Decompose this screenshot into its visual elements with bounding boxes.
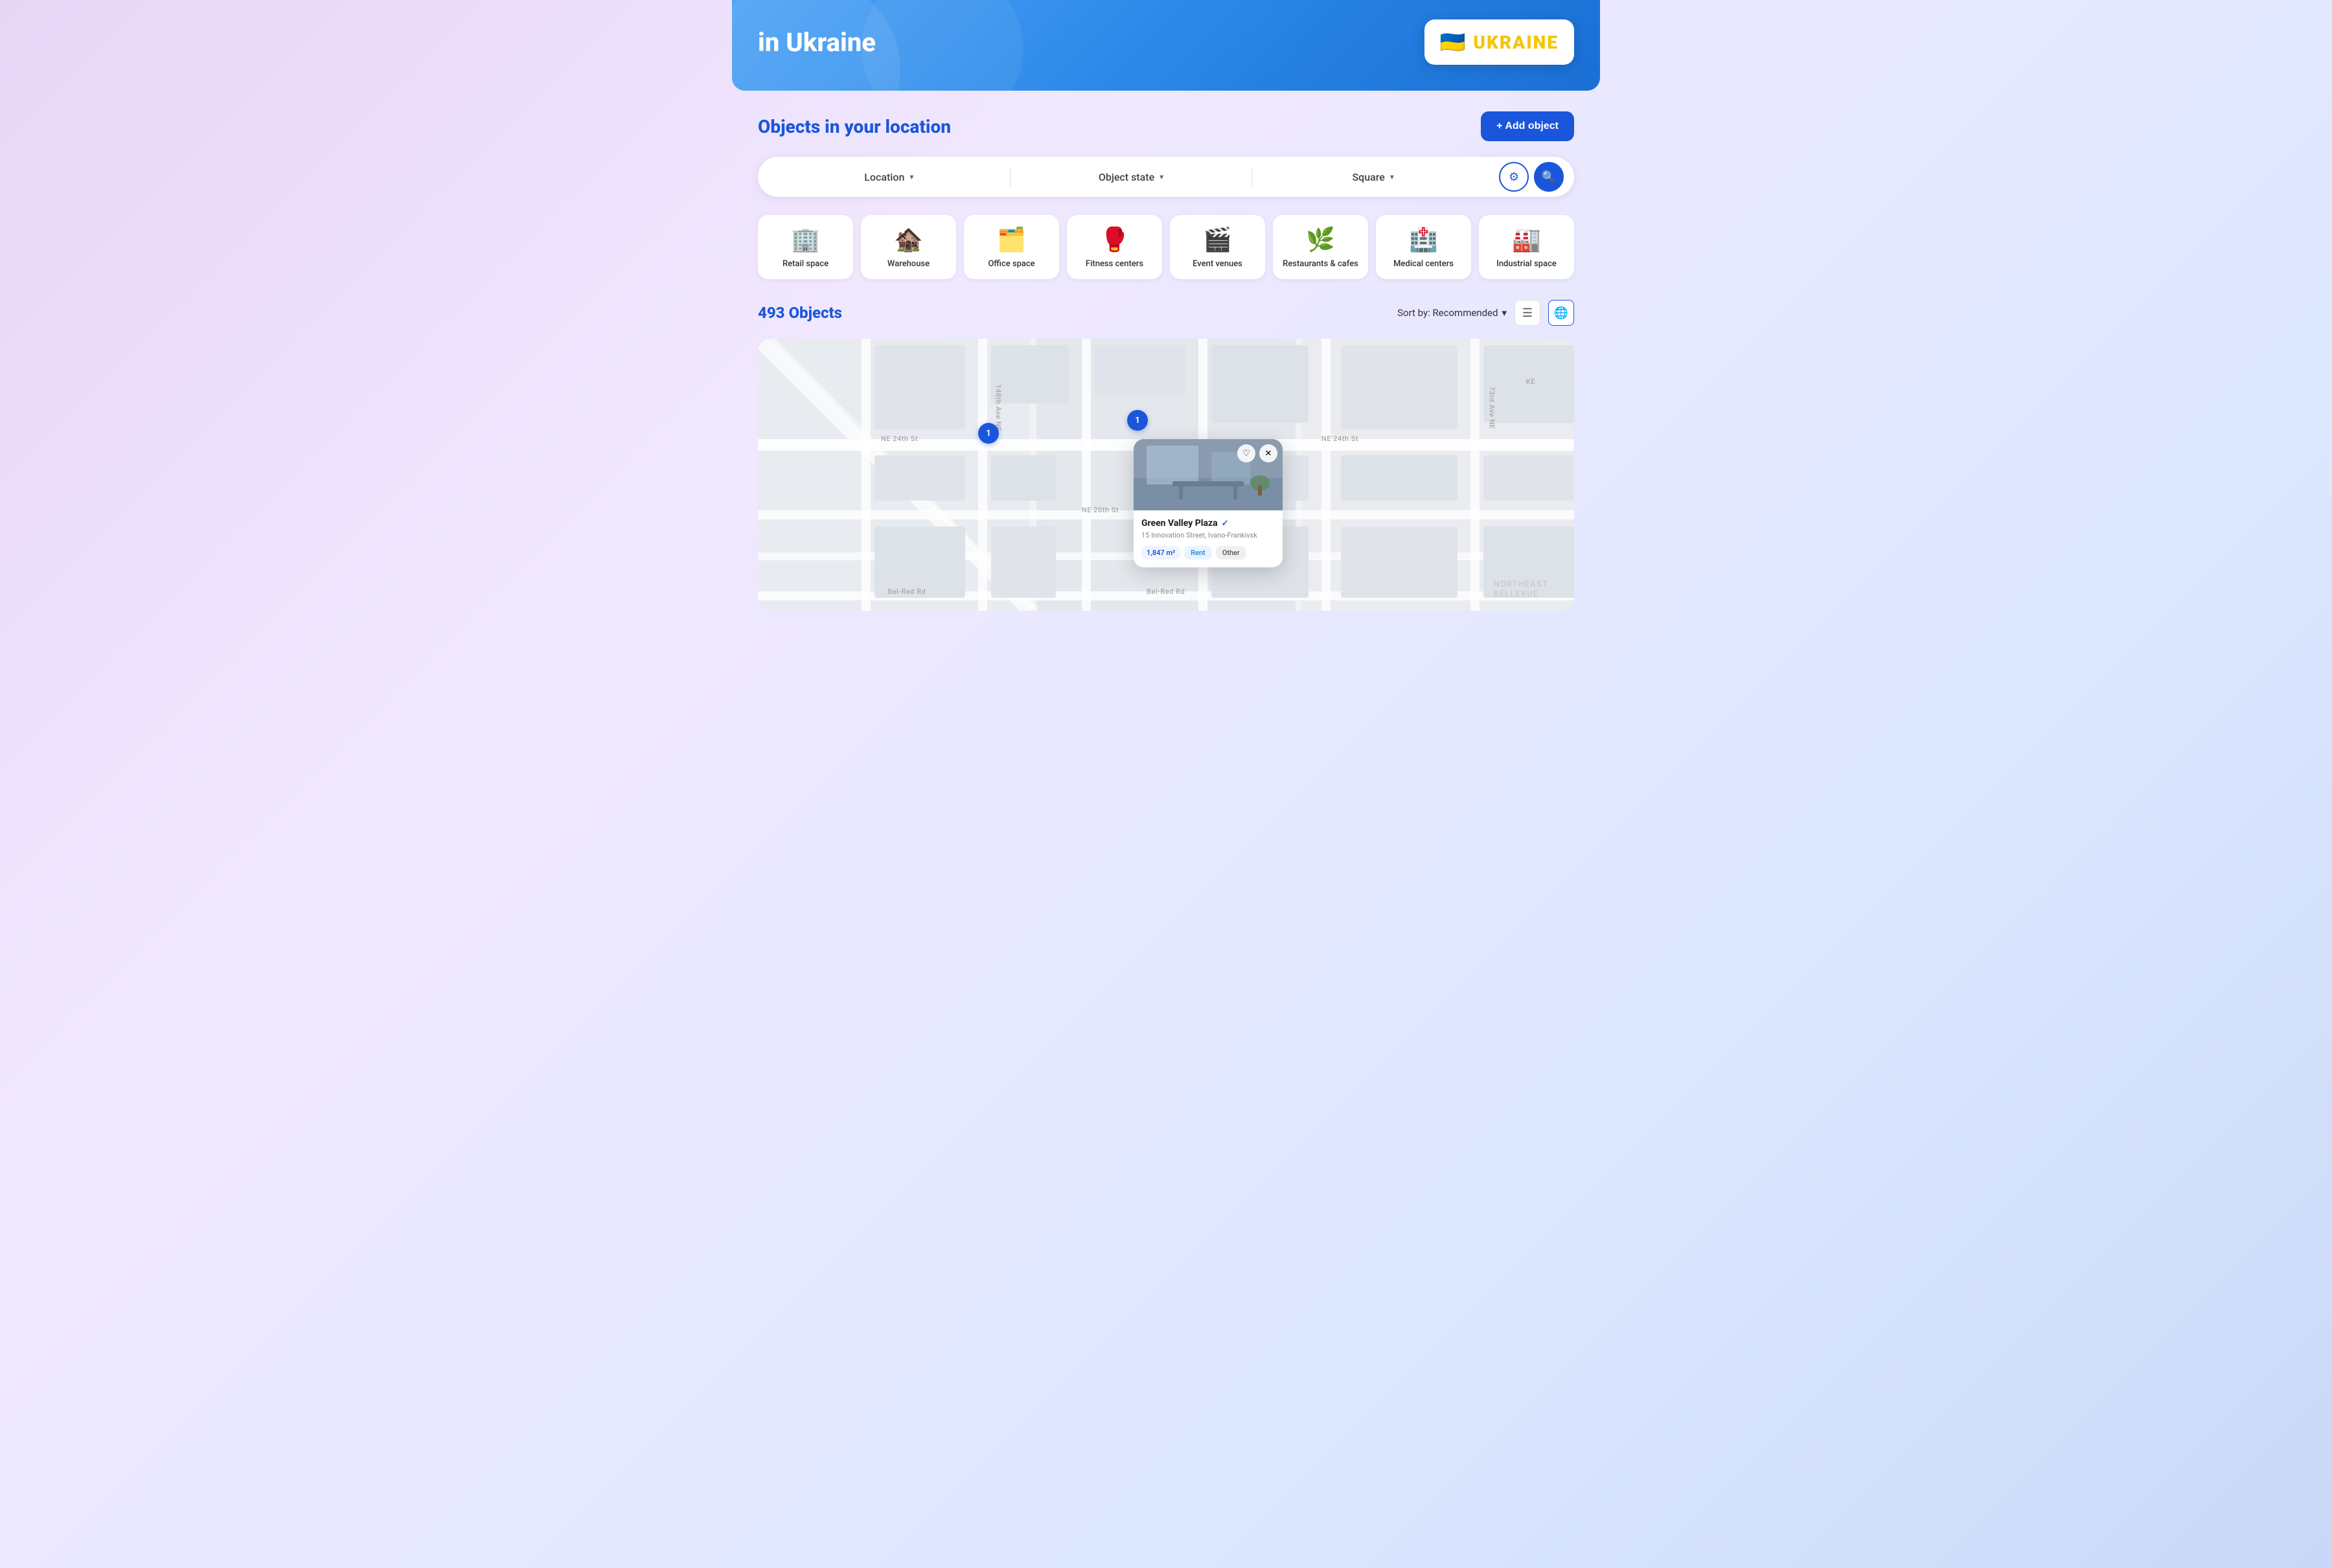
fitness-label: Fitness centers: [1086, 259, 1143, 269]
main-content: Objects in your location + Add object Lo…: [732, 111, 1600, 611]
street-label-7: 73rd Ave NE: [1487, 387, 1496, 429]
square-filter[interactable]: Square ▾: [1252, 163, 1494, 191]
filter-icons: ⚙ 🔍: [1499, 162, 1564, 192]
square-label: Square: [1352, 171, 1384, 183]
map-marker-2[interactable]: 1: [1127, 410, 1148, 431]
location-label: Location: [864, 171, 904, 183]
results-count: 493 Objects: [758, 304, 842, 322]
location-filter[interactable]: Location ▾: [768, 163, 1010, 191]
popup-tags: 1,847 m² Rent Other: [1141, 546, 1275, 560]
section-header: Objects in your location + Add object: [758, 111, 1574, 141]
street-label-1: NE 24th St: [881, 435, 918, 443]
street-label-4: Bel-Red Rd: [887, 587, 926, 596]
map-view-button[interactable]: 🌐: [1548, 300, 1574, 326]
ke-label: KE: [1526, 378, 1535, 386]
list-view-button[interactable]: ☰: [1515, 300, 1540, 326]
filter-bar: Location ▾ Object state ▾ Square ▾ ⚙ 🔍: [758, 157, 1574, 197]
popup-address: 15 Innovation Street, Ivano-Frankivsk: [1141, 531, 1275, 540]
filter-search-button[interactable]: 🔍: [1534, 162, 1564, 192]
results-header: 493 Objects Sort by: Recommended ▾ ☰ 🌐: [758, 300, 1574, 326]
results-controls: Sort by: Recommended ▾ ☰ 🌐: [1397, 300, 1574, 326]
map-background: NE 24th St NE 24th St NE 20th St Bel-Red…: [758, 339, 1574, 611]
category-grid: 🏢 Retail space 🏚️ Warehouse 🗂️ Office sp…: [758, 215, 1574, 279]
sort-select[interactable]: Sort by: Recommended ▾: [1397, 307, 1507, 319]
map-marker-1[interactable]: 1: [978, 423, 999, 444]
property-popup: ♡ ✕ Green Valley Plaza ✓ 15 Innovation S…: [1134, 439, 1283, 567]
office-icon: 🗂️: [997, 228, 1026, 251]
sort-label: Sort by: Recommended: [1397, 307, 1498, 319]
popup-image: ♡ ✕: [1134, 439, 1283, 510]
popup-tag-other[interactable]: Other: [1216, 546, 1246, 560]
medical-label: Medical centers: [1393, 259, 1454, 269]
category-industrial[interactable]: 🏭 Industrial space: [1479, 215, 1574, 279]
ukraine-label: UKRAINE: [1473, 32, 1559, 53]
street-label-2: NE 24th St: [1321, 435, 1358, 443]
warehouse-label: Warehouse: [887, 259, 930, 269]
location-chevron: ▾: [909, 172, 913, 181]
fitness-icon: 🥊: [1100, 228, 1129, 251]
category-warehouse[interactable]: 🏚️ Warehouse: [861, 215, 956, 279]
ukraine-flag: 🇺🇦: [1440, 30, 1466, 54]
events-label: Event venues: [1193, 259, 1242, 269]
warehouse-icon: 🏚️: [894, 228, 923, 251]
category-fitness[interactable]: 🥊 Fitness centers: [1067, 215, 1162, 279]
medical-icon: 🏥: [1409, 228, 1438, 251]
category-office[interactable]: 🗂️ Office space: [964, 215, 1059, 279]
retail-label: Retail space: [783, 259, 829, 269]
object-state-filter[interactable]: Object state ▾: [1011, 163, 1252, 191]
popup-actions: ♡ ✕: [1237, 444, 1277, 462]
category-restaurants[interactable]: 🌿 Restaurants & cafes: [1273, 215, 1368, 279]
industrial-label: Industrial space: [1496, 259, 1557, 269]
corner-label: NORTHEASTBELLEVUE: [1494, 580, 1548, 599]
square-chevron: ▾: [1390, 172, 1394, 181]
street-label-5: Bel-Red Rd: [1147, 587, 1185, 596]
add-object-button[interactable]: + Add object: [1481, 111, 1574, 141]
events-icon: 🎬: [1203, 228, 1232, 251]
street-label-3: NE 20th St: [1082, 506, 1119, 514]
popup-close-button[interactable]: ✕: [1259, 444, 1277, 462]
restaurants-label: Restaurants & cafes: [1283, 259, 1358, 269]
category-retail[interactable]: 🏢 Retail space: [758, 215, 853, 279]
popup-tag-rent[interactable]: Rent: [1184, 546, 1212, 560]
list-icon: ☰: [1522, 306, 1533, 320]
globe-icon: 🌐: [1554, 306, 1568, 320]
popup-body: Green Valley Plaza ✓ 15 Innovation Stree…: [1134, 510, 1283, 567]
verified-icon: ✓: [1222, 519, 1229, 528]
popup-title: Green Valley Plaza ✓: [1141, 518, 1275, 528]
sort-chevron: ▾: [1502, 307, 1507, 319]
map-container[interactable]: NE 24th St NE 24th St NE 20th St Bel-Red…: [758, 339, 1574, 611]
popup-favorite-button[interactable]: ♡: [1237, 444, 1255, 462]
popup-area: 1,847 m²: [1141, 546, 1180, 560]
hero-text: in Ukraine: [758, 27, 876, 58]
restaurants-icon: 🌿: [1306, 228, 1335, 251]
hero-banner: in Ukraine 🇺🇦 UKRAINE: [732, 0, 1600, 91]
ukraine-card: 🇺🇦 UKRAINE: [1424, 19, 1575, 65]
category-medical[interactable]: 🏥 Medical centers: [1376, 215, 1471, 279]
street-label-6: 148th Ave NE: [994, 384, 1003, 431]
filter-settings-button[interactable]: ⚙: [1499, 162, 1529, 192]
retail-icon: 🏢: [791, 228, 820, 251]
object-state-label: Object state: [1099, 171, 1154, 183]
section-title: Objects in your location: [758, 116, 951, 137]
category-events[interactable]: 🎬 Event venues: [1170, 215, 1265, 279]
object-state-chevron: ▾: [1160, 172, 1163, 181]
industrial-icon: 🏭: [1512, 228, 1541, 251]
office-label: Office space: [988, 259, 1035, 269]
